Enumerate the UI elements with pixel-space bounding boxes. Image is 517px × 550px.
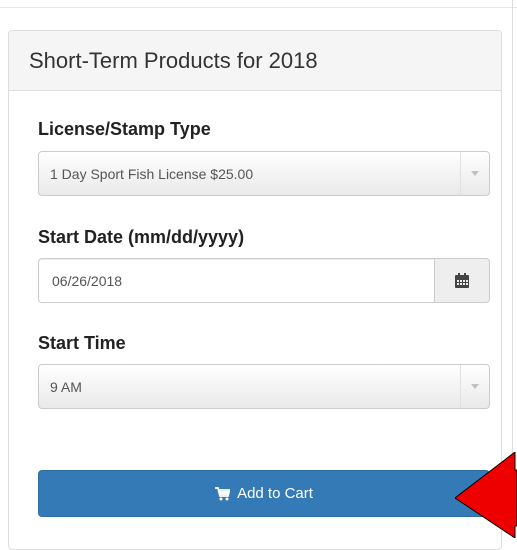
calendar-icon: [455, 272, 469, 288]
start-date-label: Start Date (mm/dd/yyyy): [38, 227, 245, 247]
start-date-input[interactable]: [38, 258, 434, 303]
start-time-select[interactable]: 9 AM: [38, 364, 490, 409]
start-time-label: Start Time: [38, 333, 126, 353]
red-pointer-arrow-icon: [455, 452, 517, 538]
license-type-label: License/Stamp Type: [38, 119, 211, 139]
start-date-group: [38, 258, 490, 303]
start-time-selected-value: 9 AM: [50, 378, 82, 395]
panel-title: Short-Term Products for 2018: [9, 31, 501, 91]
top-border: [0, 0, 517, 8]
calendar-button[interactable]: [434, 258, 490, 303]
license-type-selected-value: 1 Day Sport Fish License $25.00: [50, 165, 254, 182]
add-to-cart-button[interactable]: Add to Cart: [38, 470, 490, 517]
chevron-down-icon: [460, 152, 489, 195]
short-term-products-panel: Short-Term Products for 2018 License/Sta…: [8, 30, 502, 550]
chevron-down-icon: [460, 365, 489, 408]
shopping-cart-icon: [215, 486, 231, 500]
license-type-select[interactable]: 1 Day Sport Fish License $25.00: [38, 151, 490, 196]
add-to-cart-label: Add to Cart: [237, 485, 313, 502]
